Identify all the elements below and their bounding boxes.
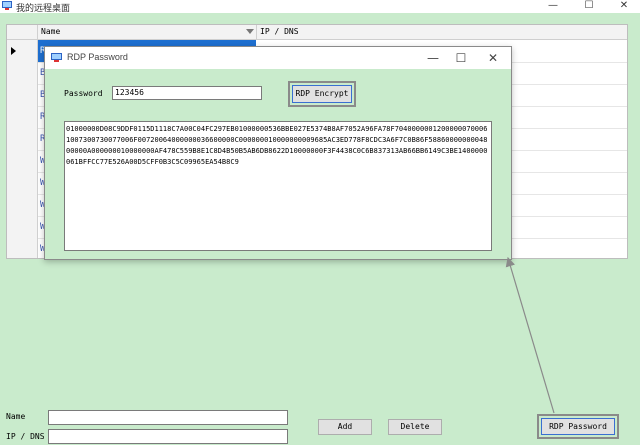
dialog-maximize-button[interactable]: ☐ xyxy=(445,47,477,69)
row-header-corner xyxy=(7,25,38,39)
row-header[interactable] xyxy=(7,84,38,106)
delete-button[interactable]: Delete xyxy=(388,419,442,435)
row-header[interactable] xyxy=(7,150,38,172)
password-input[interactable]: 123456 xyxy=(112,86,262,100)
grid-header: Name IP / DNS xyxy=(7,25,627,40)
ip-dns-label: IP / DNS xyxy=(6,432,45,441)
rdp-password-button-label: RDP Password xyxy=(541,418,615,435)
add-button[interactable]: Add xyxy=(318,419,372,435)
name-input[interactable] xyxy=(48,410,288,425)
column-header-ip-label: IP / DNS xyxy=(260,27,299,36)
row-header[interactable] xyxy=(7,62,38,84)
ip-dns-input[interactable] xyxy=(48,429,288,444)
remote-desktop-icon xyxy=(2,1,12,10)
name-label: Name xyxy=(6,412,26,421)
row-header[interactable] xyxy=(7,40,38,62)
encrypted-output-textarea[interactable]: 01000000D08C9DDF0115D1118C7A00C04FC297EB… xyxy=(64,121,492,251)
column-header-name-label: Name xyxy=(41,27,61,36)
close-button[interactable]: ✕ xyxy=(609,0,639,13)
dialog-titlebar: RDP Password — ☐ ✕ xyxy=(45,47,511,69)
row-header[interactable] xyxy=(7,216,38,238)
row-header[interactable] xyxy=(7,238,38,258)
column-header-ip[interactable]: IP / DNS xyxy=(257,25,627,39)
remote-desktop-icon xyxy=(51,53,62,62)
rdp-password-dialog: RDP Password — ☐ ✕ Password 123456 RDP E… xyxy=(44,46,512,260)
window-titlebar: 我的远程桌面 — ☐ ✕ xyxy=(0,0,640,14)
row-header[interactable] xyxy=(7,128,38,150)
rdp-encrypt-button-label: RDP Encrypt xyxy=(292,85,352,103)
rdp-password-button[interactable]: RDP Password xyxy=(537,414,619,439)
password-label: Password xyxy=(64,89,103,98)
dialog-title: RDP Password xyxy=(67,52,128,62)
row-header[interactable] xyxy=(7,172,38,194)
row-header[interactable] xyxy=(7,194,38,216)
sort-arrow-icon xyxy=(246,29,254,34)
row-header[interactable] xyxy=(7,106,38,128)
current-row-arrow-icon xyxy=(11,47,16,55)
window-title: 我的远程桌面 xyxy=(16,4,71,14)
minimize-button[interactable]: — xyxy=(538,0,568,13)
dialog-close-button[interactable]: ✕ xyxy=(477,47,509,69)
maximize-button[interactable]: ☐ xyxy=(574,0,604,13)
column-header-name[interactable]: Name xyxy=(38,25,257,39)
rdp-encrypt-button[interactable]: RDP Encrypt xyxy=(288,81,356,107)
